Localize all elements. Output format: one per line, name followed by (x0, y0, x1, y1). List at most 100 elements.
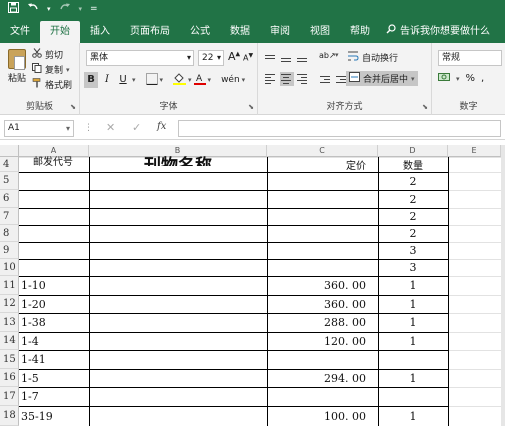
clipboard-launcher-icon[interactable]: ⬊ (70, 103, 76, 111)
customize-qat-button[interactable]: = (90, 0, 98, 19)
cell-b[interactable] (89, 332, 267, 350)
paste-button[interactable]: 粘贴 (6, 47, 28, 93)
merge-dropdown-icon[interactable]: ▾ (411, 75, 415, 83)
cell-b[interactable] (89, 259, 267, 276)
insert-function-icon[interactable]: fx (157, 121, 166, 132)
cell-b[interactable] (89, 369, 267, 387)
cell-a[interactable]: 1-38 (19, 313, 89, 332)
font-launcher-icon[interactable]: ⬊ (248, 103, 254, 111)
cell-d[interactable]: 1 (378, 276, 448, 295)
cell-b[interactable] (89, 172, 267, 190)
align-bottom-icon[interactable] (296, 51, 310, 65)
tell-me-box[interactable]: 告诉我你想要做什么 (386, 21, 490, 43)
cell-d[interactable]: 1 (378, 295, 448, 313)
cell-d[interactable]: 2 (378, 208, 448, 225)
cell-b[interactable] (89, 406, 267, 426)
cell-c[interactable] (267, 225, 378, 242)
borders-dropdown-icon[interactable]: ▾ (160, 76, 164, 84)
row-header[interactable]: 6 (0, 190, 19, 208)
row-header[interactable]: 14 (0, 332, 19, 350)
tab-file[interactable]: 文件 (0, 21, 40, 43)
format-painter-button[interactable]: 格式刷 (32, 77, 72, 92)
cut-button[interactable]: 剪切 (32, 47, 72, 62)
cell-d[interactable]: 3 (378, 259, 448, 276)
align-middle-icon[interactable] (280, 51, 294, 65)
cell-d[interactable]: 3 (378, 242, 448, 259)
cell-a[interactable]: 邮发代号 (19, 153, 89, 168)
cell-b[interactable] (89, 295, 267, 313)
row-header[interactable]: 12 (0, 295, 19, 313)
cell-d[interactable]: 1 (378, 332, 448, 350)
row-header[interactable]: 18 (0, 406, 19, 426)
redo-icon[interactable] (59, 0, 71, 19)
column-header-e[interactable]: E (448, 145, 501, 157)
orientation-dropdown-icon[interactable]: ▾ (335, 51, 339, 65)
cell-a[interactable]: 1-20 (19, 295, 89, 313)
worksheet-grid[interactable]: A B C D E 4 邮发代号 刊物名称 定价 数量 5 2 6 2 7 2 8 2 9 3 10 3 11 1-10 360… (0, 145, 505, 426)
bold-button[interactable]: B (84, 72, 98, 88)
cell-d[interactable]: 1 (378, 406, 448, 426)
align-left-icon[interactable] (264, 72, 278, 86)
tab-page-layout[interactable]: 页面布局 (120, 21, 180, 43)
row-header[interactable]: 13 (0, 313, 19, 332)
decrease-indent-icon[interactable] (319, 72, 333, 86)
cell-a[interactable]: 1-41 (19, 350, 89, 369)
row-header[interactable]: 4 (0, 157, 19, 172)
grow-font-button[interactable]: A▲ (228, 50, 240, 63)
tab-help[interactable]: 帮助 (340, 21, 380, 43)
cell-c[interactable]: 120. 00 (267, 332, 378, 350)
cell-d[interactable]: 2 (378, 172, 448, 190)
alignment-launcher-icon[interactable]: ⬊ (422, 103, 428, 111)
cell-b[interactable] (89, 225, 267, 242)
borders-icon[interactable] (145, 72, 158, 88)
cell-a[interactable]: 35-19 (19, 406, 89, 426)
column-header-d[interactable]: D (378, 145, 448, 157)
cell-a[interactable] (19, 259, 89, 276)
row-header[interactable]: 17 (0, 387, 19, 406)
cell-c[interactable] (267, 190, 378, 208)
cell-d[interactable]: 2 (378, 225, 448, 242)
cell-b[interactable] (89, 350, 267, 369)
font-color-icon[interactable]: A (193, 72, 206, 88)
cell-a[interactable]: 1-7 (19, 387, 89, 406)
number-format-select[interactable]: 常规 (438, 50, 502, 66)
row-header[interactable]: 8 (0, 225, 19, 242)
cell-a[interactable] (19, 190, 89, 208)
cell-a[interactable] (19, 208, 89, 225)
phonetic-dropdown-icon[interactable]: ▾ (242, 76, 246, 84)
cell-c[interactable] (267, 387, 378, 406)
row-header[interactable]: 5 (0, 172, 19, 190)
cell-d[interactable] (378, 350, 448, 369)
currency-icon[interactable] (438, 72, 450, 85)
redo-dropdown-icon[interactable]: ▾ (79, 0, 83, 19)
tab-data[interactable]: 数据 (220, 21, 260, 43)
cell-c[interactable]: 定价 (267, 157, 378, 172)
cell-c[interactable]: 100. 00 (267, 406, 378, 426)
cell-c[interactable]: 360. 00 (267, 276, 378, 295)
cell-d[interactable]: 1 (378, 313, 448, 332)
enter-icon[interactable]: ✓ (132, 121, 141, 134)
cell-c[interactable]: 360. 00 (267, 295, 378, 313)
tab-view[interactable]: 视图 (300, 21, 340, 43)
cell-a[interactable] (19, 225, 89, 242)
font-color-dropdown-icon[interactable]: ▾ (208, 76, 212, 84)
cell-c[interactable]: 294. 00 (267, 369, 378, 387)
percent-button[interactable]: % (466, 73, 476, 84)
undo-icon[interactable] (27, 0, 39, 19)
underline-button[interactable]: U (116, 72, 130, 88)
tab-formulas[interactable]: 公式 (180, 21, 220, 43)
cell-d[interactable]: 数量 (378, 157, 448, 172)
italic-button[interactable]: I (100, 72, 114, 88)
copy-dropdown-icon[interactable]: ▾ (66, 66, 70, 74)
vertical-scrollbar[interactable] (501, 145, 505, 426)
align-center-icon[interactable] (280, 72, 294, 86)
underline-dropdown-icon[interactable]: ▾ (132, 76, 136, 84)
cell-a[interactable] (19, 172, 89, 190)
cell-c[interactable]: 288. 00 (267, 313, 378, 332)
cell-d[interactable]: 2 (378, 190, 448, 208)
row-header[interactable]: 11 (0, 276, 19, 295)
cell-b[interactable] (89, 190, 267, 208)
wrap-text-button[interactable]: 自动换行 (348, 51, 398, 64)
font-name-select[interactable]: 黑体 ▾ (86, 50, 194, 66)
currency-dropdown-icon[interactable]: ▾ (456, 75, 460, 83)
